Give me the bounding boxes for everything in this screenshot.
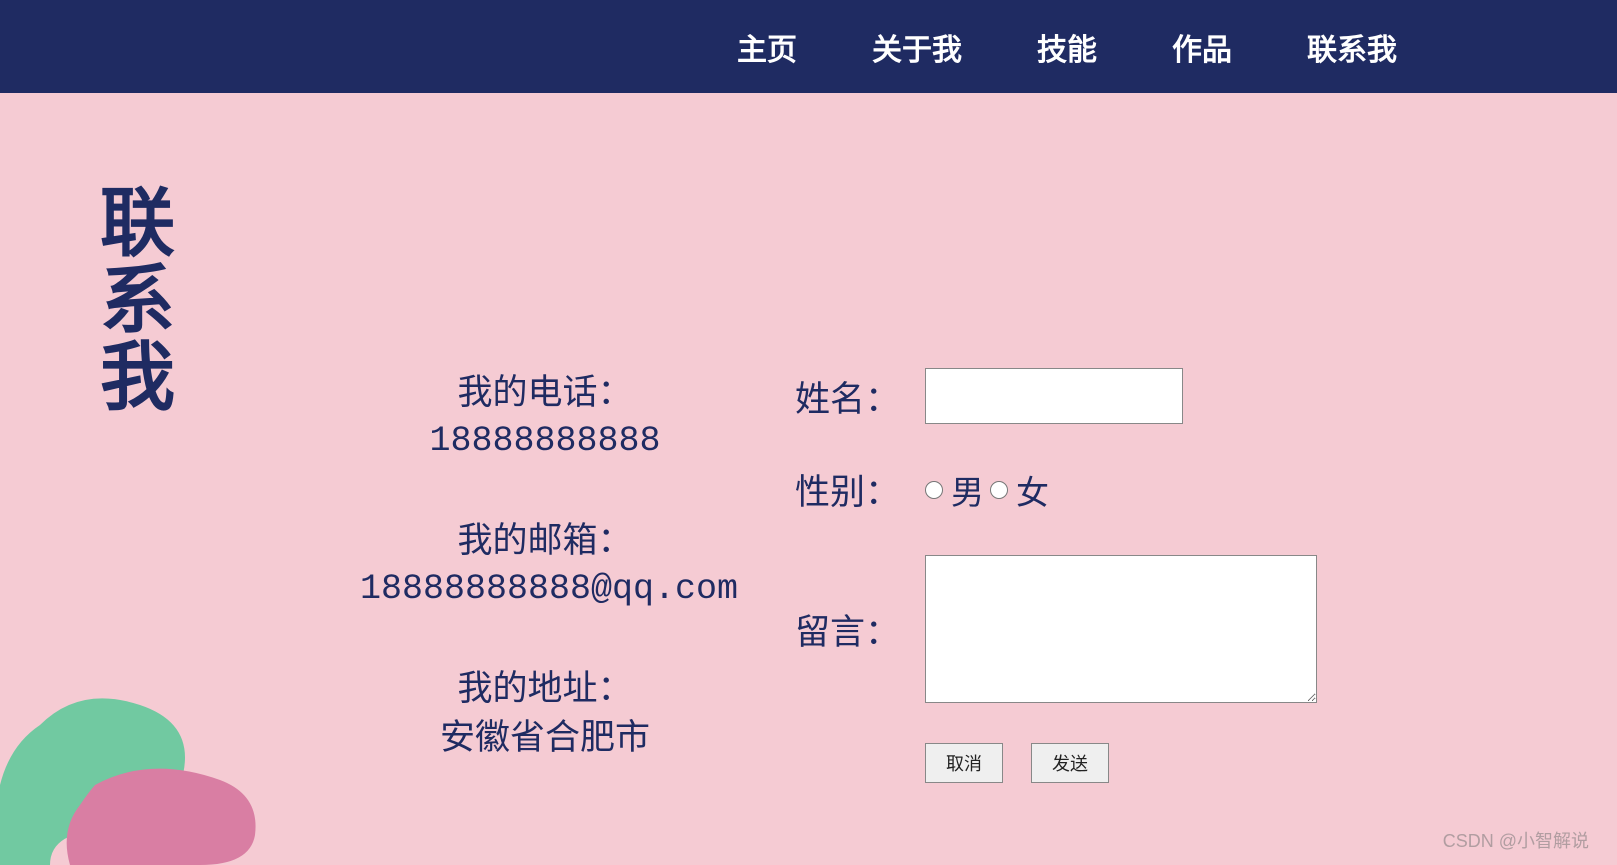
phone-block: 我的电话： 18888888888 xyxy=(360,368,730,466)
nav-contact[interactable]: 联系我 xyxy=(1307,25,1397,69)
address-block: 我的地址： 安徽省合肥市 xyxy=(360,664,730,762)
nav-about[interactable]: 关于我 xyxy=(872,25,962,69)
button-row: 取消 发送 xyxy=(925,743,1317,783)
gender-male-label: 男 xyxy=(951,466,984,514)
email-value: 18888888888@qq.com xyxy=(360,565,730,614)
message-textarea[interactable] xyxy=(925,555,1317,703)
message-row: 留言： xyxy=(795,555,1317,703)
phone-value: 18888888888 xyxy=(360,417,730,466)
nav-works[interactable]: 作品 xyxy=(1172,25,1232,69)
nav-skills[interactable]: 技能 xyxy=(1037,25,1097,69)
gender-radio-group: 男 女 xyxy=(925,466,1049,514)
name-label: 姓名： xyxy=(795,371,925,422)
message-label: 留言： xyxy=(795,604,925,655)
content-area: 联系我 我的电话： 18888888888 我的邮箱： 18888888888@… xyxy=(0,93,1617,865)
gender-label: 性别： xyxy=(795,464,925,515)
phone-label: 我的电话： xyxy=(360,368,730,417)
contact-info-panel: 我的电话： 18888888888 我的邮箱： 18888888888@qq.c… xyxy=(360,368,730,812)
gender-row: 性别： 男 女 xyxy=(795,464,1317,515)
gender-female-radio[interactable] xyxy=(990,481,1008,499)
send-button[interactable]: 发送 xyxy=(1031,743,1109,783)
main-navbar: 主页 关于我 技能 作品 联系我 xyxy=(0,0,1617,93)
section-title: 联系我 xyxy=(75,183,184,414)
name-input[interactable] xyxy=(925,368,1183,424)
email-block: 我的邮箱： 18888888888@qq.com xyxy=(360,516,730,614)
nav-home[interactable]: 主页 xyxy=(737,25,797,69)
decoration-shapes xyxy=(0,605,280,865)
contact-form: 姓名： 性别： 男 女 留言： 取消 发送 xyxy=(795,368,1317,783)
gender-female-label: 女 xyxy=(1016,466,1049,514)
watermark-text: CSDN @小智解说 xyxy=(1443,827,1589,853)
cancel-button[interactable]: 取消 xyxy=(925,743,1003,783)
address-value: 安徽省合肥市 xyxy=(440,718,650,757)
address-label: 我的地址： xyxy=(360,664,730,713)
gender-male-radio[interactable] xyxy=(925,481,943,499)
name-row: 姓名： xyxy=(795,368,1317,424)
email-label: 我的邮箱： xyxy=(360,516,730,565)
